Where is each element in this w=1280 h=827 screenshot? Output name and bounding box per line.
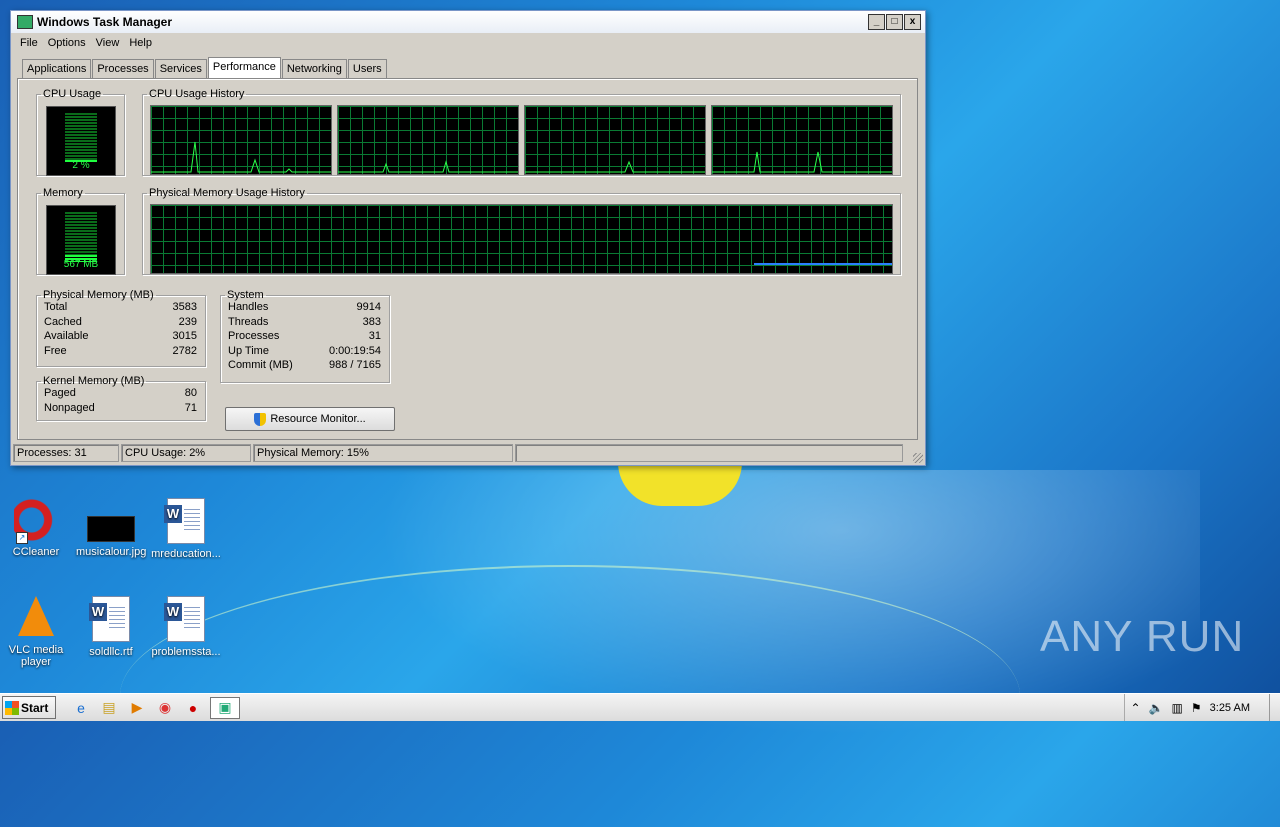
cpu-usage-gauge: 2 % <box>46 106 116 176</box>
cpu-usage-value: 2 % <box>72 160 90 171</box>
kernel-memory-row-nonpaged: Nonpaged 71 <box>44 402 197 414</box>
system-tray: ⌃ 🔈 ▥ ⚑ 3:25 AM <box>1123 694 1280 721</box>
image-file-icon <box>87 516 135 542</box>
cpu-history-graph-core-2 <box>337 105 519 175</box>
tab-strip: Applications Processes Services Performa… <box>22 57 388 80</box>
system-row-handles: Handles 9914 <box>228 301 381 313</box>
title-bar[interactable]: Windows Task Manager _ □ x <box>11 11 925 33</box>
desktop-icon-ccleaner[interactable]: ↗ CCleaner <box>1 498 71 558</box>
cpu-history-graph-core-4 <box>711 105 893 175</box>
task-manager-window: Windows Task Manager _ □ x File Options … <box>10 10 926 466</box>
system-row-threads: Threads 383 <box>228 316 381 328</box>
kernel-memory-group: Kernel Memory (MB) Paged 80 Nonpaged 71 <box>36 375 206 421</box>
cpu-history-group: CPU Usage History <box>142 88 901 176</box>
ccleaner-icon: ↗ <box>14 498 58 544</box>
action-center-flag-icon[interactable]: ⚑ <box>1191 701 1202 715</box>
tab-performance[interactable]: Performance <box>207 57 281 80</box>
opera-icon[interactable]: ● <box>182 698 204 718</box>
desktop-icon-vlc[interactable]: VLC media player <box>1 596 71 668</box>
status-processes: Processes: 31 <box>13 444 119 462</box>
resource-monitor-label: Resource Monitor... <box>270 413 366 425</box>
maximize-button[interactable]: □ <box>886 14 903 30</box>
cpu-history-graph-core-1 <box>150 105 332 175</box>
kernel-memory-label: Kernel Memory (MB) <box>43 375 145 387</box>
desktop-icon-problemssta[interactable]: problemssta... <box>151 596 221 658</box>
memory-group: Memory 567 MB <box>36 187 125 275</box>
desktop-icon-label: soldllc.rtf <box>89 646 133 658</box>
minimize-button[interactable]: _ <box>868 14 885 30</box>
vlc-cone-icon <box>18 596 54 636</box>
menu-view[interactable]: View <box>91 37 125 49</box>
system-label: System <box>227 289 264 301</box>
resource-monitor-button[interactable]: Resource Monitor... <box>225 407 395 431</box>
start-button[interactable]: Start <box>2 696 56 719</box>
menu-file[interactable]: File <box>15 37 43 49</box>
word-document-icon <box>89 596 130 642</box>
network-icon[interactable]: ▥ <box>1172 701 1183 715</box>
status-bar: Processes: 31 CPU Usage: 2% Physical Mem… <box>13 444 921 462</box>
internet-explorer-icon[interactable]: e <box>70 698 92 718</box>
physical-memory-row-total: Total 3583 <box>44 301 197 313</box>
close-button[interactable]: x <box>904 14 921 30</box>
show-hidden-icons-icon[interactable]: ⌃ <box>1131 701 1141 715</box>
resize-grip[interactable] <box>913 453 923 463</box>
task-manager-icon <box>17 15 33 29</box>
cpu-usage-group: CPU Usage 2 % <box>36 88 125 176</box>
window-title: Windows Task Manager <box>37 15 173 29</box>
cpu-history-label: CPU Usage History <box>149 88 245 100</box>
kernel-memory-row-paged: Paged 80 <box>44 387 197 399</box>
status-empty-pane <box>515 444 903 462</box>
system-row-processes: Processes 31 <box>228 330 381 342</box>
desktop-icon-musicalour[interactable]: musicalour.jpg <box>76 498 146 558</box>
system-row-uptime: Up Time 0:00:19:54 <box>228 345 381 357</box>
physical-memory-row-free: Free 2782 <box>44 345 197 357</box>
memory-history-group: Physical Memory Usage History <box>142 187 901 275</box>
memory-gauge: 567 MB <box>46 205 116 275</box>
menu-options[interactable]: Options <box>43 37 91 49</box>
memory-history-graph <box>150 204 893 274</box>
windows-logo-icon <box>5 700 19 715</box>
menu-help[interactable]: Help <box>124 37 157 49</box>
tab-processes[interactable]: Processes <box>92 59 154 79</box>
word-document-icon <box>164 596 205 642</box>
memory-value: 567 MB <box>63 259 99 270</box>
status-cpu-usage: CPU Usage: 2% <box>121 444 251 462</box>
desktop-icon-soldllc[interactable]: soldllc.rtf <box>76 596 146 658</box>
system-group: System Handles 9914 Threads 383 Processes 3… <box>220 289 390 383</box>
physical-memory-row-cached: Cached 239 <box>44 316 197 328</box>
start-label: Start <box>21 700 49 715</box>
media-player-icon[interactable]: ▶ <box>126 698 148 718</box>
menu-bar: File Options View Help <box>11 33 925 53</box>
file-explorer-icon[interactable]: ▤ <box>98 698 120 718</box>
physical-memory-group: Physical Memory (MB) Total 3583 Cached 239… <box>36 289 206 367</box>
clock[interactable]: 3:25 AM <box>1210 702 1250 714</box>
cpu-usage-label: CPU Usage <box>43 88 102 100</box>
desktop-icon-label: mreducation... <box>151 548 221 560</box>
memory-history-label: Physical Memory Usage History <box>149 187 305 199</box>
desktop-icon-label: VLC media player <box>8 644 64 668</box>
desktop-icon-label: CCleaner <box>12 546 60 558</box>
anyrun-watermark: ANY RUN <box>1040 612 1245 661</box>
taskbar: Start e ▤ ▶ ◉ ● ▣ ⌃ 🔈 ▥ ⚑ 3:25 AM <box>0 693 1280 721</box>
performance-panel: CPU Usage 2 % CPU Usage History Memory 5… <box>17 78 918 440</box>
memory-label: Memory <box>43 187 83 199</box>
chrome-icon[interactable]: ◉ <box>154 698 176 718</box>
word-document-icon <box>164 498 205 544</box>
tab-networking[interactable]: Networking <box>281 59 347 79</box>
desktop-icon-mreducation[interactable]: mreducation... <box>151 498 221 560</box>
system-row-commit: Commit (MB) 988 / 7165 <box>228 359 381 371</box>
tab-users[interactable]: Users <box>347 59 387 79</box>
desktop-icon-label: musicalour.jpg <box>76 546 147 558</box>
tab-services[interactable]: Services <box>154 59 207 79</box>
physical-memory-row-available: Available 3015 <box>44 330 197 342</box>
physical-memory-label: Physical Memory (MB) <box>43 289 154 301</box>
tab-applications[interactable]: Applications <box>22 59 92 79</box>
status-physical-memory: Physical Memory: 15% <box>253 444 513 462</box>
task-manager-taskbar-icon[interactable]: ▣ <box>210 696 240 719</box>
show-desktop-button[interactable] <box>1269 694 1280 721</box>
cpu-history-graph-core-3 <box>524 105 706 175</box>
volume-icon[interactable]: 🔈 <box>1149 701 1164 715</box>
desktop-icon-label: problemssta... <box>151 646 221 658</box>
uac-shield-icon <box>254 412 267 426</box>
